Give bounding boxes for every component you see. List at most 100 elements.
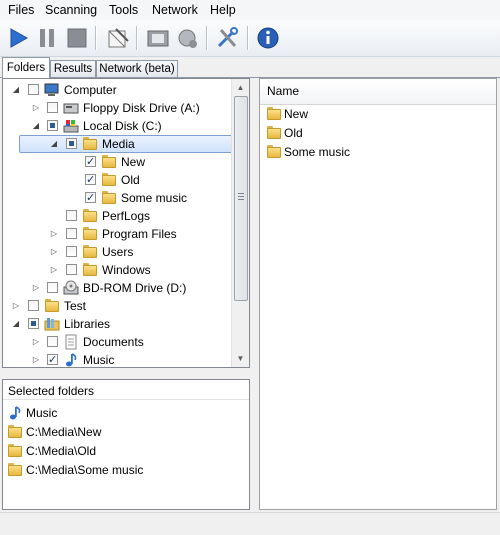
expand-arrow-icon[interactable]: ▷	[31, 351, 41, 367]
stop-icon[interactable]	[64, 25, 90, 51]
tree-checkbox[interactable]	[66, 228, 77, 239]
folder-icon	[267, 145, 281, 158]
tree-item-users[interactable]: ▷ Users	[3, 243, 233, 261]
expand-arrow-icon[interactable]: ▷	[31, 279, 41, 297]
selected-folders-panel: Selected folders Music C:\Media\New C:\M…	[2, 379, 250, 510]
status-bar	[0, 512, 500, 535]
expand-arrow-icon[interactable]: ▷	[31, 99, 41, 117]
tools-icon[interactable]	[214, 25, 240, 51]
tree-item-program-files[interactable]: ▷ Program Files	[3, 225, 233, 243]
folder-icon	[267, 126, 281, 139]
menu-tools[interactable]: Tools	[109, 3, 138, 17]
tree-item-libraries[interactable]: ◢ Libraries	[3, 315, 233, 333]
tree-checkbox[interactable]	[47, 102, 58, 113]
tab-network-beta[interactable]: Network (beta)	[96, 60, 178, 77]
folder-icon	[83, 209, 97, 222]
pause-icon[interactable]	[34, 25, 60, 51]
tree-item-bd-rom[interactable]: ▷ BD-ROM Drive (D:)	[3, 279, 233, 297]
folder-icon	[83, 263, 97, 276]
folder-icon	[83, 137, 97, 150]
tree-label: Music	[83, 353, 115, 367]
file-list-panel: Name New Old Some music	[259, 78, 497, 510]
tree-item-music[interactable]: ▷ Music	[3, 351, 233, 367]
folder-icon	[267, 107, 281, 120]
tree-checkbox[interactable]	[66, 138, 77, 149]
tree-item-test[interactable]: ▷ Test	[3, 297, 233, 315]
collapse-arrow-icon[interactable]: ◢	[49, 135, 59, 153]
selected-item-label: Music	[26, 406, 58, 420]
tree-label: Local Disk (C:)	[83, 119, 162, 133]
menu-scanning[interactable]: Scanning	[45, 3, 97, 17]
selected-item-label: C:\Media\Old	[26, 444, 97, 458]
user-folder-icon	[45, 299, 59, 312]
tree-item-documents[interactable]: ▷ Documents	[3, 333, 233, 351]
folder-icon	[8, 463, 22, 476]
tree-checkbox[interactable]	[28, 84, 39, 95]
expand-arrow-icon[interactable]: ▷	[49, 225, 59, 243]
tree-checkbox[interactable]	[47, 351, 58, 367]
globe-settings-icon[interactable]	[175, 25, 201, 51]
tree-item-new[interactable]: New	[3, 153, 233, 171]
scroll-up-icon[interactable]: ▲	[232, 79, 249, 96]
selected-folders-header: Selected folders	[3, 380, 249, 400]
folder-tree[interactable]: ◢ Computer ▷ Floppy Disk Drive (A:) ◢ Lo…	[2, 78, 250, 368]
column-header-name[interactable]: Name	[260, 79, 496, 105]
music-note-icon	[7, 405, 23, 421]
tree-checkbox[interactable]	[66, 246, 77, 257]
folder-icon	[83, 227, 97, 240]
tree-checkbox[interactable]	[47, 282, 58, 293]
collapse-arrow-icon[interactable]: ◢	[31, 117, 41, 135]
tree-item-local-disk[interactable]: ◢ Local Disk (C:)	[3, 117, 233, 135]
menu-help[interactable]: Help	[210, 3, 236, 17]
tab-folders[interactable]: Folders	[2, 57, 50, 78]
info-icon[interactable]	[255, 25, 281, 51]
tree-checkbox[interactable]	[28, 318, 39, 329]
play-icon[interactable]	[5, 25, 31, 51]
collapse-arrow-icon[interactable]: ◢	[11, 81, 21, 99]
toolbar	[0, 20, 500, 57]
selected-item-label: C:\Media\Some music	[26, 463, 144, 477]
expand-arrow-icon[interactable]: ▷	[49, 243, 59, 261]
tree-checkbox[interactable]	[47, 336, 58, 347]
tree-checkbox[interactable]	[28, 300, 39, 311]
computer-icon	[44, 82, 60, 98]
tree-checkbox[interactable]	[66, 264, 77, 275]
tree-item-perflogs[interactable]: PerfLogs	[3, 207, 233, 225]
edit-document-icon[interactable]	[104, 25, 130, 51]
tree-checkbox[interactable]	[85, 171, 96, 189]
hard-disk-icon	[63, 118, 79, 134]
scrollbar-thumb[interactable]	[234, 96, 248, 301]
scroll-down-icon[interactable]: ▼	[232, 350, 249, 367]
tree-scrollbar[interactable]: ▲ ▼	[231, 79, 249, 367]
tree-label: BD-ROM Drive (D:)	[83, 281, 187, 295]
folder-icon	[102, 173, 116, 186]
tree-checkbox[interactable]	[85, 153, 96, 171]
collapse-arrow-icon[interactable]: ◢	[11, 315, 21, 333]
tree-label: Floppy Disk Drive (A:)	[83, 101, 200, 115]
documents-icon	[63, 334, 79, 350]
tree-label: Media	[102, 137, 135, 151]
tree-checkbox[interactable]	[66, 210, 77, 221]
file-name: Some music	[284, 145, 351, 159]
menu-files[interactable]: Files	[8, 3, 34, 17]
tab-results[interactable]: Results	[50, 60, 96, 77]
selected-item-label: C:\Media\New	[26, 425, 102, 439]
tree-item-some-music[interactable]: Some music	[3, 189, 233, 207]
menu-network[interactable]: Network	[152, 3, 198, 17]
tree-label: Some music	[121, 191, 188, 205]
libraries-icon	[44, 316, 60, 332]
tree-item-old[interactable]: Old	[3, 171, 233, 189]
expand-arrow-icon[interactable]: ▷	[49, 261, 59, 279]
expand-arrow-icon[interactable]: ▷	[31, 333, 41, 351]
music-note-icon	[63, 352, 79, 367]
tree-item-media[interactable]: ◢ Media	[3, 135, 233, 153]
folder-icon	[8, 444, 22, 457]
tree-checkbox[interactable]	[85, 189, 96, 207]
tree-item-computer[interactable]: ◢ Computer	[3, 81, 233, 99]
film-icon[interactable]	[145, 25, 171, 51]
tree-item-windows[interactable]: ▷ Windows	[3, 261, 233, 279]
tree-item-floppy[interactable]: ▷ Floppy Disk Drive (A:)	[3, 99, 233, 117]
tree-label: Documents	[83, 335, 144, 349]
tree-checkbox[interactable]	[47, 120, 58, 131]
expand-arrow-icon[interactable]: ▷	[11, 297, 21, 315]
